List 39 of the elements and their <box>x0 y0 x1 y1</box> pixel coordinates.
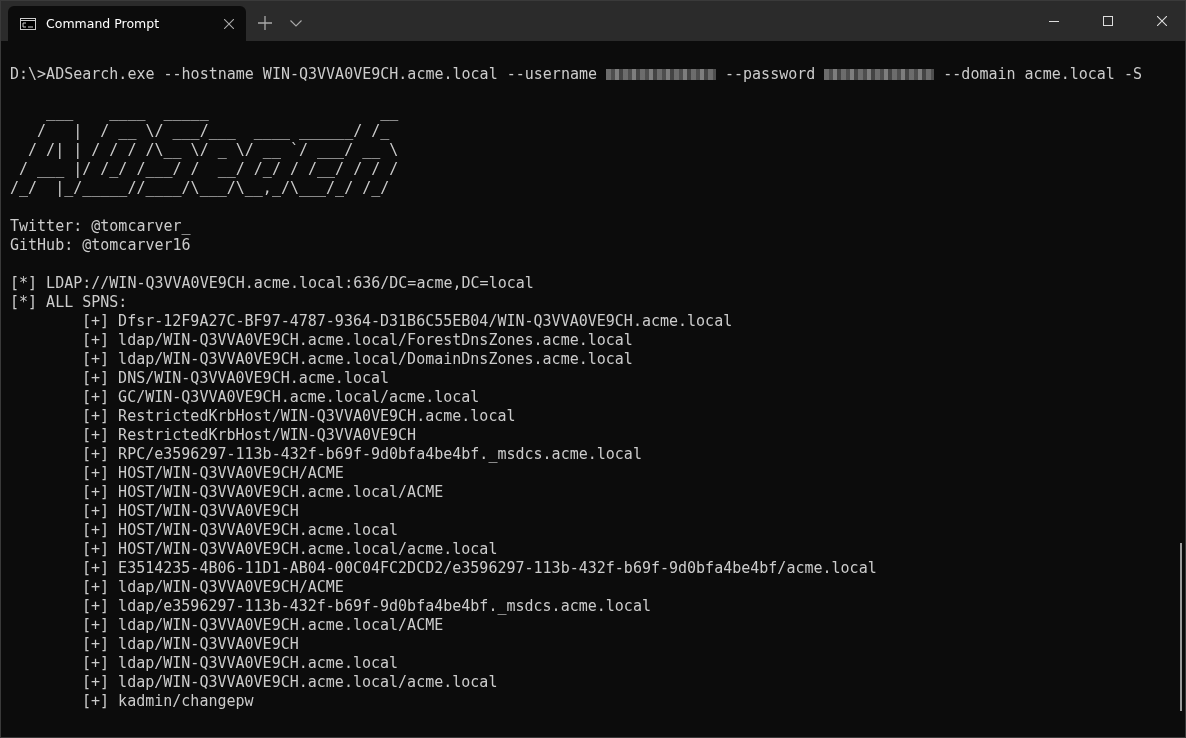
credit-text: Twitter: @tomcarver_ <box>10 217 191 235</box>
spn-entry: [+] RestrictedKrbHost/WIN-Q3VVA0VE9CH.acme.local <box>82 407 516 425</box>
spn-entry: [+] HOST/WIN-Q3VVA0VE9CH.acme.local/ACME <box>82 483 444 501</box>
maximize-icon[interactable] <box>1103 16 1113 26</box>
terminal-icon <box>20 17 36 30</box>
status-line: [*] LDAP://WIN-Q3VVA0VE9CH.acme.local:636/DC=acme,DC=local <box>10 274 534 292</box>
spn-entry: [+] ldap/WIN-Q3VVA0VE9CH.acme.local/ACME <box>82 616 444 634</box>
spn-entry: [+] ldap/e3596297-113b-432f-b69f-9d0bfa4be4bf._msdcs.acme.local <box>82 597 651 615</box>
spn-entry: [+] HOST/WIN-Q3VVA0VE9CH.acme.local/acme.local <box>82 540 498 558</box>
status-line: [*] ALL SPNS: <box>10 293 128 311</box>
scrollbar-thumb[interactable] <box>1180 543 1182 711</box>
command-text: D:\>ADSearch.exe --hostname WIN-Q3VVA0VE9CH.acme.local --username <box>10 65 597 84</box>
spn-entry: [+] DNS/WIN-Q3VVA0VE9CH.acme.local <box>82 369 390 387</box>
spn-entry: [+] RestrictedKrbHost/WIN-Q3VVA0VE9CH <box>82 426 417 444</box>
dropdown-caret-icon[interactable] <box>290 20 302 27</box>
tab-title: Command Prompt <box>46 16 161 31</box>
credit-text: GitHub: @tomcarver16 <box>10 236 191 254</box>
spn-entry: [+] E3514235-4B06-11D1-AB04-00C04FC2DCD2/e3596297-113b-432f-b69f-9d0bfa4be4bf/acme.local <box>82 559 877 577</box>
spn-entry: [+] ldap/WIN-Q3VVA0VE9CH <box>82 635 299 653</box>
spn-entry: [+] HOST/WIN-Q3VVA0VE9CH <box>82 502 299 520</box>
ascii-art-title: ___ ____ _____ __ / | / __ \/ ___/___ ____ ______/ /_ / /| | / / / /\__ \/ _ \/ __ `/ ___/ __ \ / ___ |/ /_/ /___/ / __/ /_/ / /__/ / / / /_/ |_/_____//____/\___/\__,_/\___/_/ /_/ <box>10 103 399 198</box>
spn-entry: [+] GC/WIN-Q3VVA0VE9CH.acme.local/acme.local <box>82 388 480 406</box>
spn-entry: [+] ldap/WIN-Q3VVA0VE9CH.acme.local/DomainDnsZones.acme.local <box>82 350 633 368</box>
spn-entry: [+] HOST/WIN-Q3VVA0VE9CH.acme.local <box>82 521 399 539</box>
close-tab-icon[interactable] <box>224 18 234 29</box>
spn-entry: [+] Dfsr-12F9A27C-BF97-4787-9364-D31B6C55EB04/WIN-Q3VVA0VE9CH.acme.local <box>82 312 733 330</box>
spn-entry: [+] HOST/WIN-Q3VVA0VE9CH/ACME <box>82 464 344 482</box>
command-text: --domain acme.local -S <box>943 65 1142 84</box>
spn-entry: [+] ldap/WIN-Q3VVA0VE9CH.acme.local <box>82 654 399 672</box>
spn-entry: [+] RPC/e3596297-113b-432f-b69f-9d0bfa4be4bf._msdcs.acme.local <box>82 445 642 463</box>
new-tab-icon[interactable] <box>258 16 272 30</box>
spn-entry: [+] ldap/WIN-Q3VVA0VE9CH/ACME <box>82 578 344 596</box>
command-text: --password <box>725 65 816 84</box>
terminal-tab[interactable]: Command Prompt <box>8 6 246 41</box>
spn-entry: [+] ldap/WIN-Q3VVA0VE9CH.acme.local/ForestDnsZones.acme.local <box>82 331 633 349</box>
minimize-icon[interactable] <box>1049 20 1059 22</box>
spn-entry: [+] ldap/WIN-Q3VVA0VE9CH.acme.local/acme.local <box>82 673 498 691</box>
spn-entry: [+] kadmin/changepw <box>82 692 254 710</box>
close-icon[interactable] <box>1157 16 1167 26</box>
